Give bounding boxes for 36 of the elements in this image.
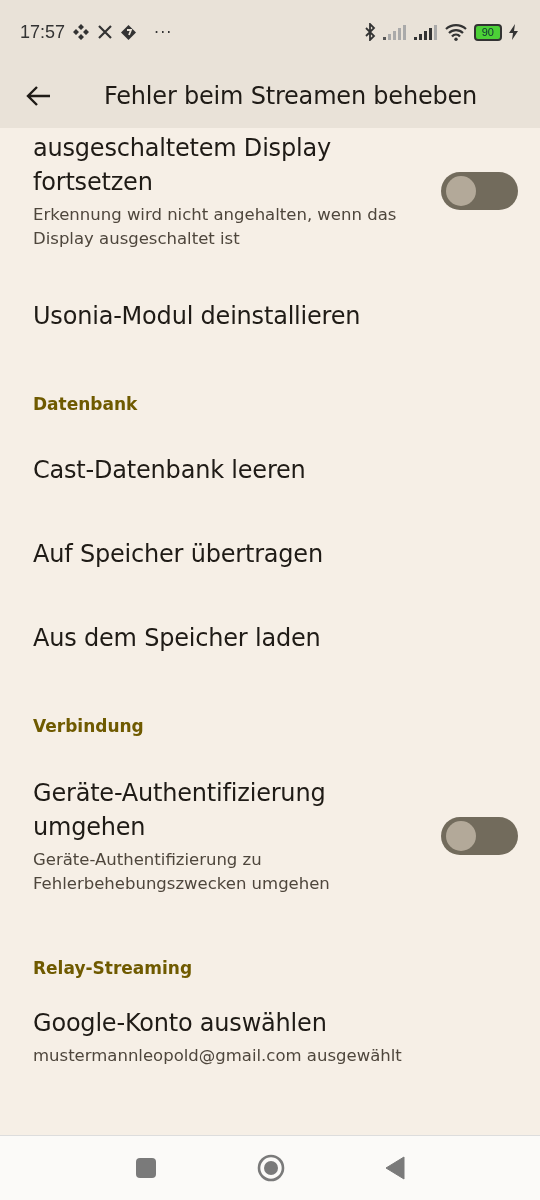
- item-title: Geräte-Authentifizierung umgehen: [33, 778, 327, 843]
- settings-item[interactable]: Geräte-Authentifizierung umgehen Geräte-Authentifizierung zu Fehlerbehebungszwecken umgehen: [0, 750, 540, 922]
- status-time: 17:57: [20, 21, 66, 43]
- item-title: Aus dem Speicher laden: [33, 623, 322, 654]
- recents-button[interactable]: [135, 1157, 157, 1179]
- signal-icon: [413, 24, 438, 40]
- wifi-icon: [444, 23, 467, 41]
- bluetooth-icon: [363, 23, 376, 41]
- back-arrow-icon: [26, 85, 52, 107]
- item-title: Google-Konto auswählen: [33, 1008, 328, 1039]
- section-header: Relay-Streaming: [32, 957, 194, 980]
- section-header: Datenbank: [32, 393, 139, 416]
- settings-item[interactable]: Google-Konto auswählen mustermannleopold@gmail.com ausgewählt: [0, 992, 540, 1082]
- item-title: Auf Speicher übertragen: [33, 539, 324, 570]
- item-subtitle: mustermannleopold@gmail.com ausgewählt: [33, 1045, 403, 1067]
- toggle-switch[interactable]: [441, 172, 518, 210]
- battery-indicator: 90: [473, 23, 502, 41]
- item-subtitle: Erkennung wird nicht angehalten, wenn das Display ausgeschaltet ist: [33, 204, 398, 250]
- item-subtitle: Geräte-Authentifizierung zu Fehlerbehebungszwecken umgehen: [33, 849, 331, 895]
- home-button[interactable]: [257, 1154, 285, 1182]
- signal-icon: [382, 24, 407, 40]
- settings-item[interactable]: Cast-Datenbank leeren: [0, 428, 540, 512]
- item-title: Cast-Datenbank leeren: [33, 455, 307, 486]
- settings-item[interactable]: Aus dem Speicher laden: [0, 596, 540, 680]
- item-title: Usonia-Modul deinstallieren: [33, 301, 362, 332]
- back-nav-button[interactable]: [385, 1156, 405, 1180]
- settings-item[interactable]: Auf Speicher übertragen: [0, 512, 540, 596]
- more-notifications: ···: [154, 22, 173, 42]
- page-title: Fehler beim Streamen beheben: [104, 82, 478, 110]
- section-header: Verbindung: [32, 715, 145, 738]
- toggle-switch[interactable]: [441, 817, 518, 855]
- charging-icon: [509, 24, 518, 40]
- x-logo-icon: [97, 24, 114, 40]
- item-title: ausgeschaltetem Display fortsetzen: [33, 133, 332, 198]
- settings-item[interactable]: Usonia-Modul deinstallieren: [0, 274, 540, 358]
- settings-item[interactable]: ausgeschaltetem Display fortsetzen Erkennung wird nicht angehalten, wenn das Display ausgeschaltet ist: [0, 128, 540, 274]
